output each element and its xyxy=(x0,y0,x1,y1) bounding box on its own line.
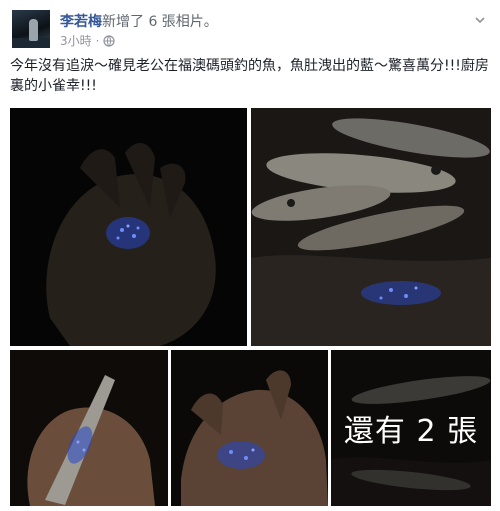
post-meta: 3小時 · xyxy=(60,32,116,50)
photo-5-more-photos[interactable]: 還有 2 張 xyxy=(331,350,491,506)
photo-3-fish-in-hand[interactable] xyxy=(10,350,168,506)
post-text: 今年沒有追淚～確見老公在福澳碼頭釣的魚，魚肚洩出的藍～驚喜萬分!!!廚房裏的小雀… xyxy=(10,58,489,94)
meta-separator: · xyxy=(95,34,100,48)
post-action-text: 新增了 6 張相片。 xyxy=(102,14,218,30)
photo-1-hand-glow[interactable] xyxy=(10,108,247,346)
globe-icon[interactable] xyxy=(103,35,116,50)
post-timestamp[interactable]: 3小時 xyxy=(60,34,92,48)
photo-4-palm-glow[interactable] xyxy=(171,350,328,506)
author-name-link[interactable]: 李若梅 xyxy=(60,14,102,30)
photo-2-fish-pile[interactable] xyxy=(251,108,491,346)
more-photos-label[interactable]: 還有 2 張 xyxy=(331,350,491,506)
avatar-person xyxy=(29,19,38,41)
author-avatar[interactable] xyxy=(12,10,50,48)
facebook-post: 李若梅新增了 6 張相片。 3小時 · 今年沒有追淚～確見老公在福澳碼頭釣的魚，魚… xyxy=(0,0,500,511)
chevron-down-icon[interactable] xyxy=(474,14,486,26)
post-header-line: 李若梅新增了 6 張相片。 xyxy=(60,11,218,31)
